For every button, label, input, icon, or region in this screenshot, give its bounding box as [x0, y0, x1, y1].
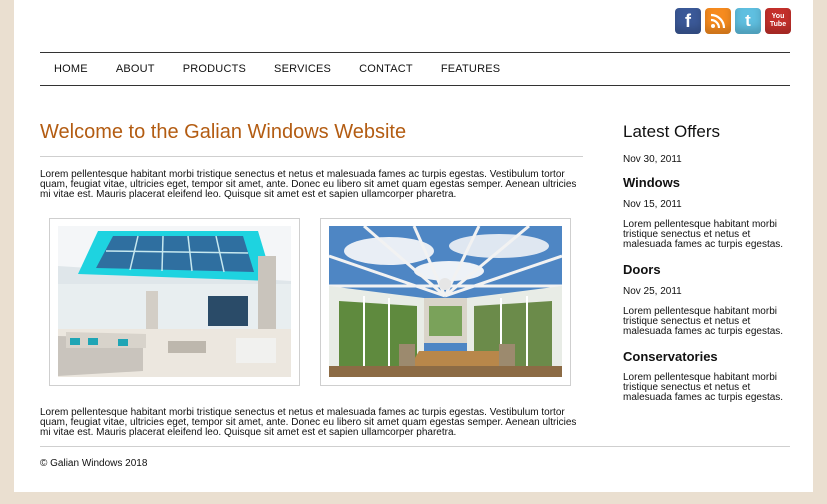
sidebar-title: Latest Offers — [623, 122, 721, 141]
nav-products[interactable]: PRODUCTS — [169, 63, 260, 75]
social-links: f t You Tube — [675, 8, 791, 34]
copyright-text: © Galian Windows 2018 — [40, 458, 148, 469]
offer-date: Nov 30, 2011 — [623, 154, 682, 165]
page-container: f t You Tube HOME ABOUT PRODUCTS SERVICE… — [14, 0, 813, 492]
conservatory-roof-photo-frame — [320, 218, 571, 386]
nav-contact[interactable]: CONTACT — [345, 63, 427, 75]
nav-about[interactable]: ABOUT — [102, 63, 169, 75]
offer-date: Nov 25, 2011 — [623, 286, 682, 297]
offer-heading-conservatories[interactable]: Conservatories — [623, 349, 798, 364]
conservatory-roof-photo — [329, 226, 562, 377]
youtube-icon[interactable]: You Tube — [765, 8, 791, 34]
latest-offers-sidebar: Latest Offers Nov 30, 2011 Windows Nov 1… — [623, 122, 798, 415]
offer-date: Nov 15, 2011 — [623, 199, 682, 210]
conservatory-interior-photo — [58, 226, 291, 377]
nav-home[interactable]: HOME — [40, 63, 102, 75]
rss-icon[interactable] — [705, 8, 731, 34]
facebook-icon[interactable]: f — [675, 8, 701, 34]
nav-services[interactable]: SERVICES — [260, 63, 345, 75]
body-paragraph: Lorem pellentesque habitant morbi tristi… — [40, 407, 577, 438]
footer-divider — [40, 446, 790, 447]
twitter-icon[interactable]: t — [735, 8, 761, 34]
title-divider — [40, 156, 583, 157]
offer-heading-windows[interactable]: Windows — [623, 175, 798, 190]
conservatory-interior-photo-frame — [49, 218, 300, 386]
main-nav: HOME ABOUT PRODUCTS SERVICES CONTACT FEA… — [40, 52, 790, 86]
offer-text: Lorem pellentesque habitant morbi tristi… — [623, 219, 784, 250]
offer-heading-doors[interactable]: Doors — [623, 262, 798, 277]
intro-paragraph: Lorem pellentesque habitant morbi tristi… — [40, 169, 577, 200]
offer-text: Lorem pellentesque habitant morbi tristi… — [623, 306, 784, 337]
offer-text: Lorem pellentesque habitant morbi tristi… — [623, 372, 784, 403]
page-title: Welcome to the Galian Windows Website — [40, 121, 407, 143]
nav-features[interactable]: FEATURES — [427, 63, 514, 75]
